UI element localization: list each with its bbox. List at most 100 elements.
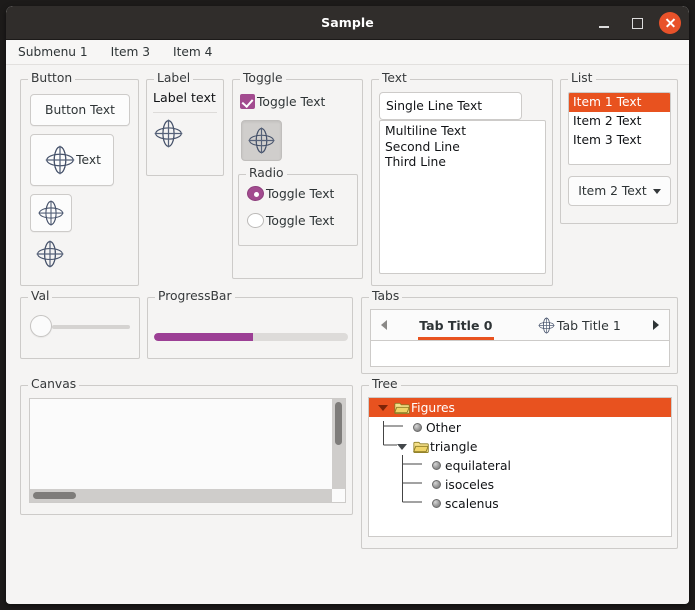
button-text-button[interactable]: Button Text xyxy=(30,94,130,126)
tab-tab-title-0[interactable]: Tab Title 0 xyxy=(397,310,515,340)
tree-row[interactable]: triangle xyxy=(369,437,671,456)
list-item[interactable]: Item 2 Text xyxy=(569,112,670,131)
radio-option-2[interactable]: Toggle Text xyxy=(247,213,334,228)
folder-open-icon xyxy=(394,401,411,415)
progress-bar-fill xyxy=(154,333,253,341)
progressbar-group: ProgressBar xyxy=(147,289,353,359)
radio-selected-icon[interactable] xyxy=(247,186,264,201)
chevron-down-icon[interactable] xyxy=(397,443,407,450)
folder-open-icon xyxy=(413,440,430,454)
canvas-vertical-scrollbar-thumb[interactable] xyxy=(335,402,342,445)
chevron-right-icon xyxy=(653,320,660,330)
tabs-group: Tabs Tab Title 0 Tab Title 1 xyxy=(361,289,678,374)
tree-row-label: equilateral xyxy=(445,458,511,473)
tree-group: Tree Figures Other triangle equilateral … xyxy=(361,377,678,549)
close-icon[interactable] xyxy=(659,12,681,34)
checkbox-checked-icon[interactable] xyxy=(240,94,255,109)
icon-only-button[interactable] xyxy=(30,194,72,232)
tab-panel xyxy=(370,341,670,367)
list-item[interactable]: Item 3 Text xyxy=(569,131,670,150)
radio-unselected-icon[interactable] xyxy=(247,213,264,228)
multiline-line-2: Second Line xyxy=(385,139,460,154)
menu-item-item-4[interactable]: Item 4 xyxy=(171,43,214,61)
canvas-group-legend: Canvas xyxy=(28,377,80,391)
single-line-input[interactable]: Single Line Text xyxy=(379,92,522,120)
application-window: Sample Submenu 1 Item 3 Item 4 Button Bu… xyxy=(6,6,689,604)
title-bar: Sample xyxy=(6,6,689,40)
multiline-line-1: Multiline Text xyxy=(385,124,467,138)
tab-tab-title-1-label: Tab Title 1 xyxy=(556,317,621,333)
tree-row[interactable]: Figures xyxy=(369,398,671,417)
canvas-vertical-scrollbar[interactable] xyxy=(332,399,345,489)
bare-gyroscope-icon[interactable] xyxy=(34,238,66,274)
scrollbar-corner xyxy=(332,489,345,502)
sphere-icon xyxy=(432,480,441,489)
combobox[interactable]: Item 2 Text xyxy=(568,176,671,206)
icon-text-button-label: Text xyxy=(76,153,101,167)
multiline-textarea[interactable]: Multiline Text Second Line Third Line xyxy=(379,120,546,274)
label-gyroscope-icon xyxy=(152,117,185,154)
canvas-widget[interactable] xyxy=(29,398,346,503)
slider-handle[interactable] xyxy=(30,315,52,337)
minimize-icon[interactable] xyxy=(593,12,615,34)
gyroscope-icon xyxy=(152,117,185,150)
toggle-group: Toggle Toggle Text Radio Toggle Text Tog… xyxy=(232,71,363,279)
chevron-down-icon xyxy=(652,188,661,194)
button-group-legend: Button xyxy=(28,71,76,85)
toggle-checkbox-row[interactable]: Toggle Text xyxy=(240,94,325,109)
canvas-drawing-area[interactable] xyxy=(30,399,332,489)
sphere-icon xyxy=(432,499,441,508)
canvas-group: Canvas xyxy=(20,377,353,515)
sphere-icon xyxy=(432,461,441,470)
list-group-legend: List xyxy=(568,71,596,85)
combobox-selected-value: Item 2 Text xyxy=(578,184,647,198)
button-text-label: Button Text xyxy=(45,103,115,117)
progress-bar xyxy=(154,333,348,341)
icon-text-button[interactable]: Text xyxy=(30,134,114,186)
gyroscope-icon xyxy=(537,316,556,335)
tree-view[interactable]: Figures Other triangle equilateral isoce… xyxy=(368,397,672,537)
tab-tab-title-1[interactable]: Tab Title 1 xyxy=(515,310,643,340)
button-group: Button Button Text Text xyxy=(20,71,139,286)
canvas-horizontal-scrollbar[interactable] xyxy=(30,489,332,502)
tree-row[interactable]: equilateral xyxy=(369,456,671,475)
list-item[interactable]: Item 1 Text xyxy=(569,93,670,112)
window-title: Sample xyxy=(321,15,374,30)
gyroscope-icon xyxy=(246,125,277,156)
toggle-icon-button[interactable] xyxy=(241,120,282,161)
tabs-group-legend: Tabs xyxy=(369,289,403,303)
slider-track[interactable] xyxy=(52,325,130,329)
tab-scroll-right-icon[interactable] xyxy=(643,310,669,340)
radio-option-1[interactable]: Toggle Text xyxy=(247,186,334,201)
tree-row[interactable]: scalenus xyxy=(369,494,671,513)
toggle-checkbox-label: Toggle Text xyxy=(257,94,326,109)
label-separator xyxy=(153,112,217,113)
tree-group-legend: Tree xyxy=(369,377,401,391)
tab-tab-title-0-label: Tab Title 0 xyxy=(419,317,493,333)
label-group-legend: Label xyxy=(154,71,194,85)
window-body: Button Button Text Text Label Label text xyxy=(6,65,689,603)
val-group-legend: Val xyxy=(28,289,53,303)
tree-row[interactable]: isoceles xyxy=(369,475,671,494)
tab-strip: Tab Title 0 Tab Title 1 xyxy=(370,309,670,341)
gyroscope-icon xyxy=(34,238,66,270)
val-group: Val xyxy=(20,289,140,359)
radio-group: Radio Toggle Text Toggle Text xyxy=(238,166,358,246)
value-slider[interactable] xyxy=(30,315,131,337)
text-group: Text Single Line Text Multiline Text Sec… xyxy=(371,71,553,286)
toggle-group-legend: Toggle xyxy=(240,71,286,85)
sphere-icon xyxy=(413,423,422,432)
menu-item-item-3[interactable]: Item 3 xyxy=(109,43,152,61)
text-group-legend: Text xyxy=(379,71,410,85)
menu-item-submenu-1[interactable]: Submenu 1 xyxy=(16,43,90,61)
chevron-down-icon[interactable] xyxy=(378,404,388,411)
maximize-icon[interactable] xyxy=(626,12,648,34)
tree-row[interactable]: Other xyxy=(369,418,671,437)
radio-group-legend: Radio xyxy=(246,166,287,180)
listbox[interactable]: Item 1 Text Item 2 Text Item 3 Text xyxy=(568,92,671,165)
radio-option-2-label: Toggle Text xyxy=(266,213,335,228)
canvas-horizontal-scrollbar-thumb[interactable] xyxy=(33,492,76,499)
tab-scroll-left-icon[interactable] xyxy=(371,310,397,340)
gyroscope-icon xyxy=(43,143,77,177)
tree-row-label: triangle xyxy=(430,439,478,454)
